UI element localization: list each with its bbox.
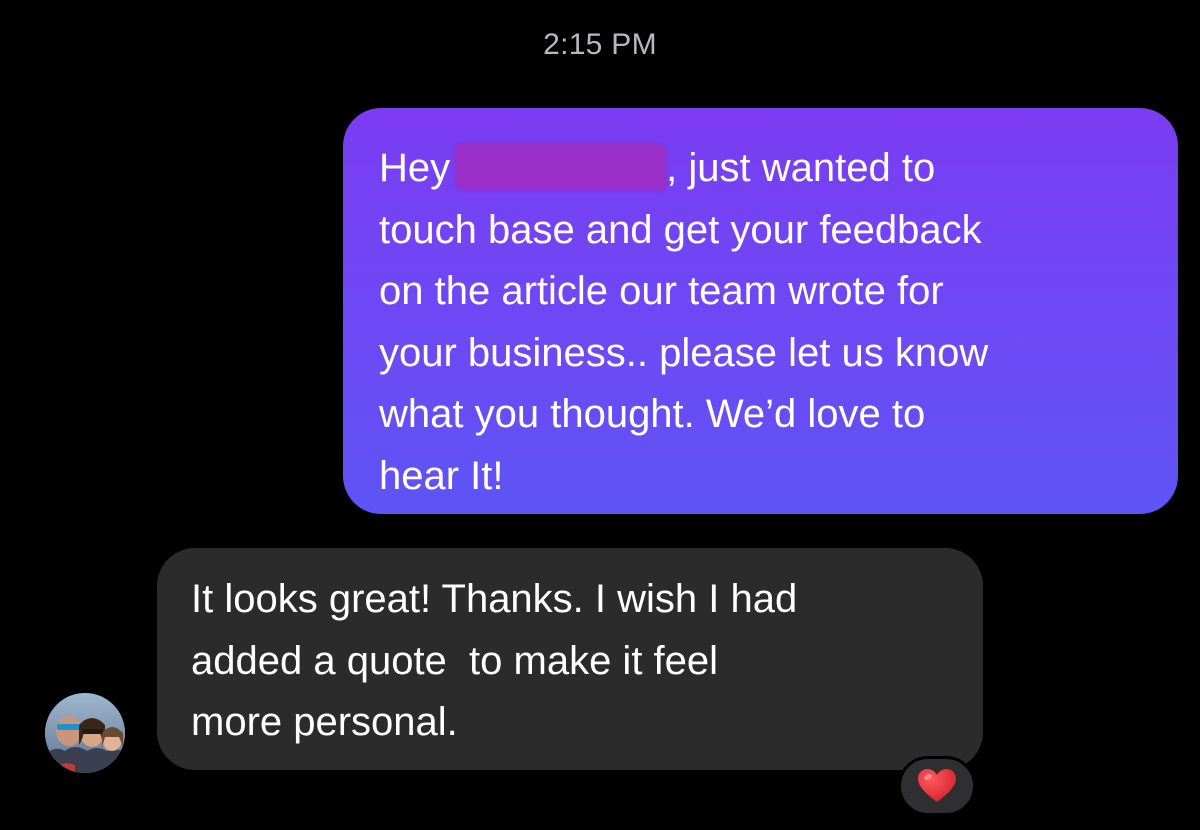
message-line: hear It! bbox=[379, 453, 504, 498]
message-line: Hey , just wanted to bbox=[379, 138, 1148, 200]
message-line: added a quote to make it feel bbox=[191, 638, 719, 683]
incoming-message-bubble[interactable]: It looks great! Thanks. I wish I had add… bbox=[157, 548, 983, 770]
message-text: , just wanted to bbox=[666, 146, 936, 190]
message-text: Hey bbox=[379, 146, 451, 190]
heart-icon bbox=[918, 769, 956, 802]
sender-avatar[interactable] bbox=[45, 693, 125, 773]
outgoing-message-bubble[interactable]: Hey , just wanted to touch base and get y… bbox=[343, 108, 1178, 514]
avatar-icon bbox=[45, 693, 125, 773]
message-line: on the article our team wrote for bbox=[379, 269, 944, 313]
message-line: more personal. bbox=[191, 700, 458, 744]
reaction-badge[interactable] bbox=[898, 756, 976, 816]
message-line: touch base and get your feedback bbox=[379, 207, 982, 252]
message-timestamp: 2:15 PM bbox=[543, 28, 657, 61]
message-line: your business.. please let us know bbox=[379, 330, 989, 375]
message-line: what you thought. We’d love to bbox=[379, 392, 926, 436]
redaction-mark bbox=[456, 144, 667, 190]
message-line: It looks great! Thanks. I wish I had bbox=[191, 577, 798, 621]
